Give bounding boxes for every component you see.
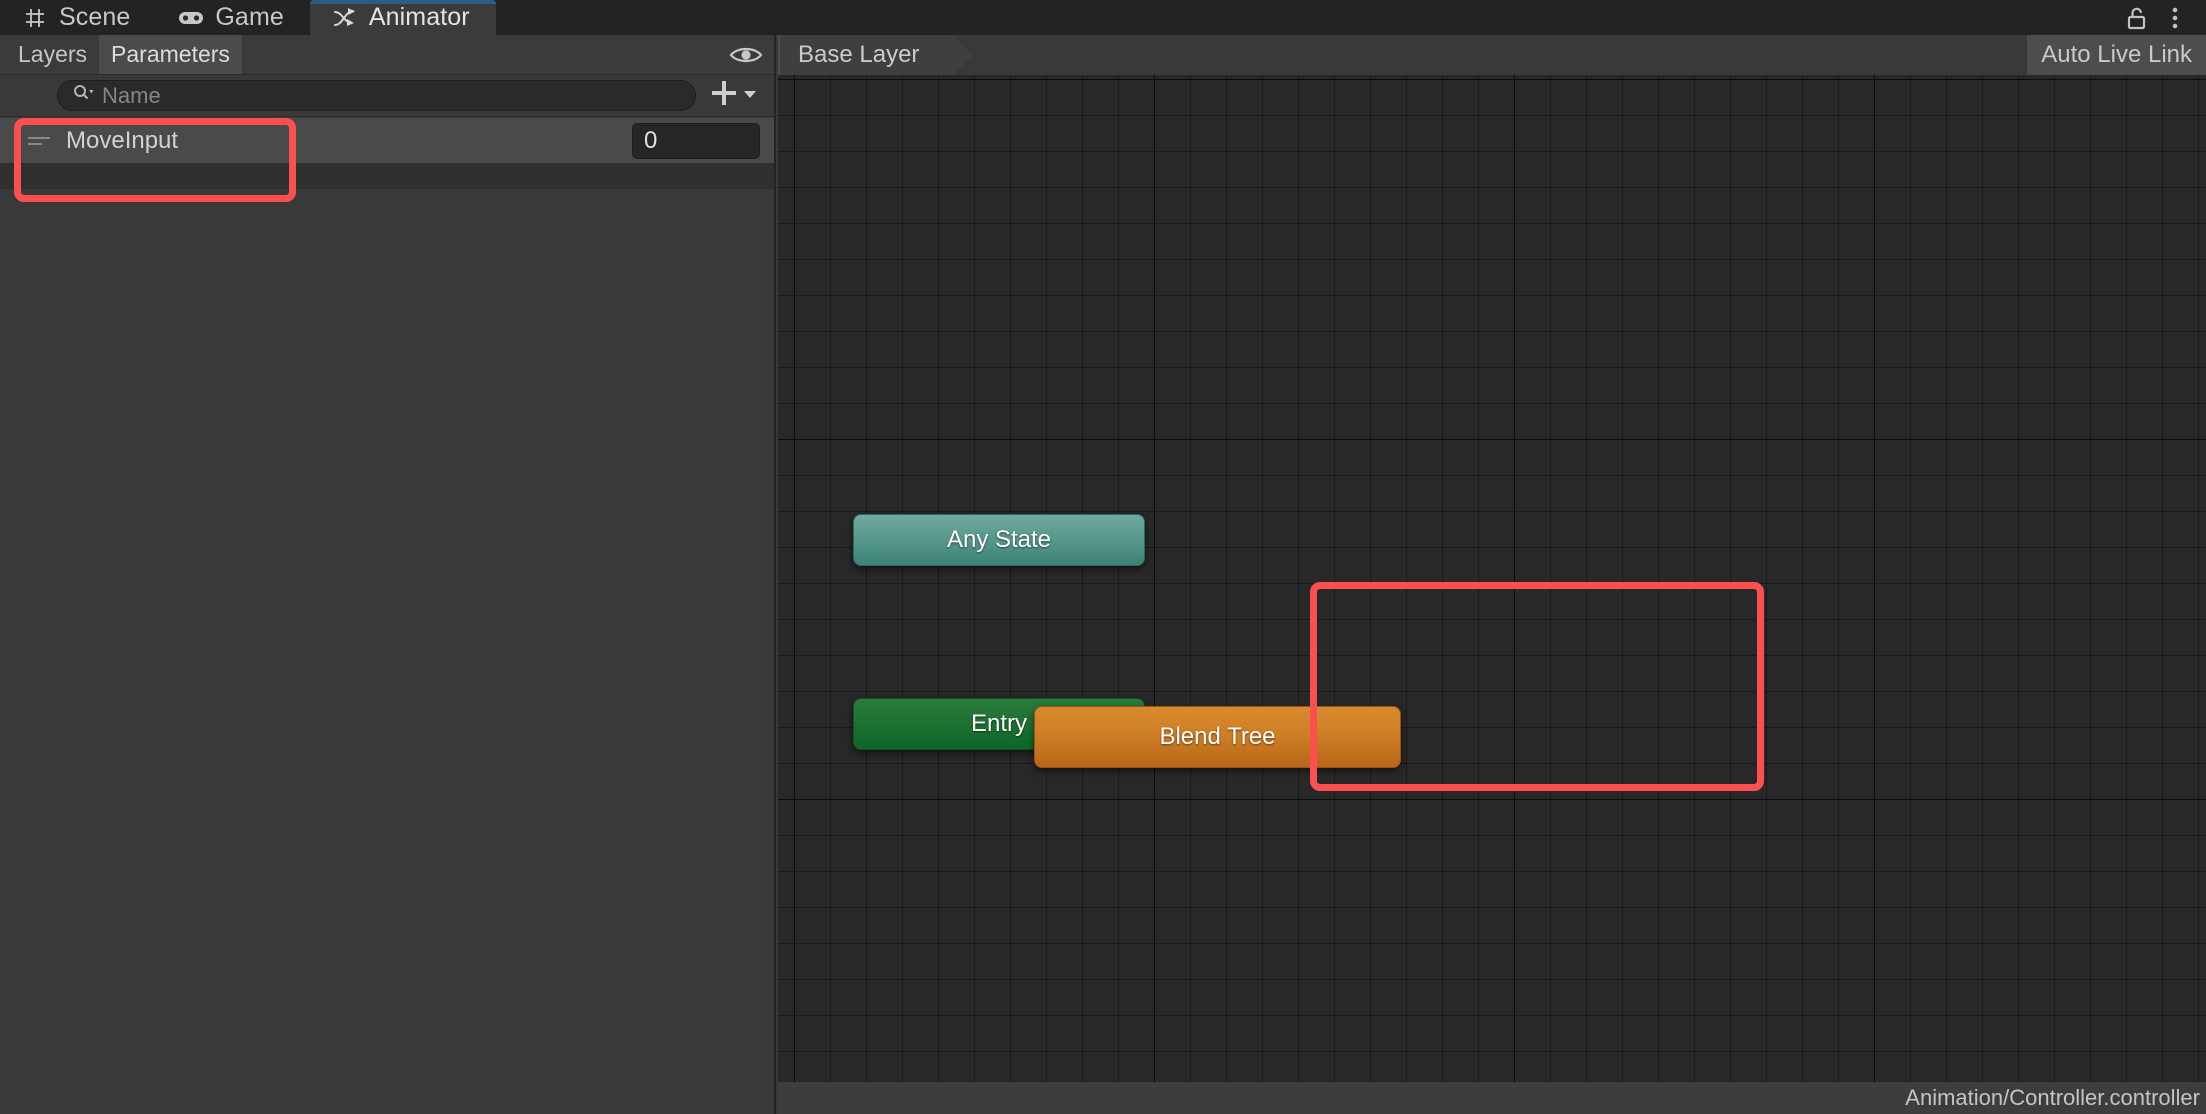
state-node-any-state[interactable]: Any State bbox=[853, 514, 1145, 566]
parameter-row-moveinput[interactable]: MoveInput 0 bbox=[0, 117, 774, 163]
subtab-parameters[interactable]: Parameters bbox=[99, 35, 242, 74]
tab-animator[interactable]: Animator bbox=[309, 0, 496, 35]
breadcrumb-filler bbox=[953, 35, 2028, 75]
state-node-entry-label: Entry bbox=[970, 710, 1027, 737]
tab-game[interactable]: Game bbox=[156, 0, 309, 35]
search-icon bbox=[72, 83, 94, 108]
parameter-value-wrap: 0 bbox=[632, 122, 774, 159]
breadcrumb-base-layer[interactable]: Base Layer bbox=[778, 35, 974, 75]
parameter-list-empty-area bbox=[0, 163, 774, 189]
auto-live-link-label: Auto Live Link bbox=[2041, 40, 2192, 68]
subtab-layers-label: Layers bbox=[18, 41, 88, 67]
search-input[interactable]: Name bbox=[57, 80, 696, 111]
graph-status-bar: Animation/Controller.controller bbox=[778, 1082, 2206, 1114]
tab-scene[interactable]: Scene bbox=[0, 0, 156, 35]
tab-game-label: Game bbox=[215, 3, 284, 31]
subtab-parameters-label: Parameters bbox=[111, 41, 230, 67]
subtab-layers[interactable]: Layers bbox=[0, 35, 99, 74]
add-parameter-button[interactable] bbox=[702, 78, 768, 114]
search-placeholder: Name bbox=[102, 82, 161, 108]
gamepad-icon bbox=[178, 6, 204, 30]
unity-animator-window: Scene Game Animator Layers Parameters Na… bbox=[0, 0, 2206, 1114]
drag-handle-icon[interactable] bbox=[28, 136, 50, 145]
animator-branch-icon bbox=[332, 6, 358, 30]
animator-left-panel: Layers Parameters Name MoveInput 0 bbox=[0, 35, 776, 1114]
window-controls bbox=[2120, 0, 2206, 35]
kebab-menu-icon[interactable] bbox=[2158, 3, 2192, 33]
auto-live-link-button[interactable]: Auto Live Link bbox=[2027, 35, 2206, 75]
state-node-blend-tree-label: Blend Tree bbox=[1159, 723, 1276, 750]
unlock-icon[interactable] bbox=[2120, 3, 2154, 33]
tab-scene-label: Scene bbox=[59, 3, 131, 31]
eye-icon[interactable] bbox=[718, 35, 774, 74]
grid-icon bbox=[22, 6, 48, 30]
state-machine-canvas[interactable]: Any State Entry Blend Tree bbox=[778, 75, 2206, 1082]
chevron-down-icon bbox=[742, 87, 758, 105]
plus-icon bbox=[708, 77, 740, 114]
graph-breadcrumb-bar: Base Layer Auto Live Link bbox=[778, 35, 2206, 75]
subtab-spacer bbox=[242, 35, 718, 74]
animator-graph-area: Base Layer Auto Live Link Any State Entr… bbox=[778, 35, 2206, 1114]
editor-tab-bar: Scene Game Animator bbox=[0, 0, 2206, 35]
tab-animator-label: Animator bbox=[368, 3, 470, 31]
controller-asset-path: Animation/Controller.controller bbox=[1905, 1085, 2200, 1110]
parameter-name: MoveInput bbox=[66, 126, 179, 154]
breadcrumb-base-layer-label: Base Layer bbox=[798, 40, 920, 68]
parameter-list: MoveInput 0 bbox=[0, 117, 774, 1114]
state-node-any-state-label: Any State bbox=[946, 526, 1052, 553]
parameter-search-row: Name bbox=[0, 75, 774, 117]
panel-subtab-bar: Layers Parameters bbox=[0, 35, 774, 75]
parameter-value-field[interactable]: 0 bbox=[632, 122, 760, 159]
state-node-blend-tree[interactable]: Blend Tree bbox=[1034, 706, 1401, 768]
